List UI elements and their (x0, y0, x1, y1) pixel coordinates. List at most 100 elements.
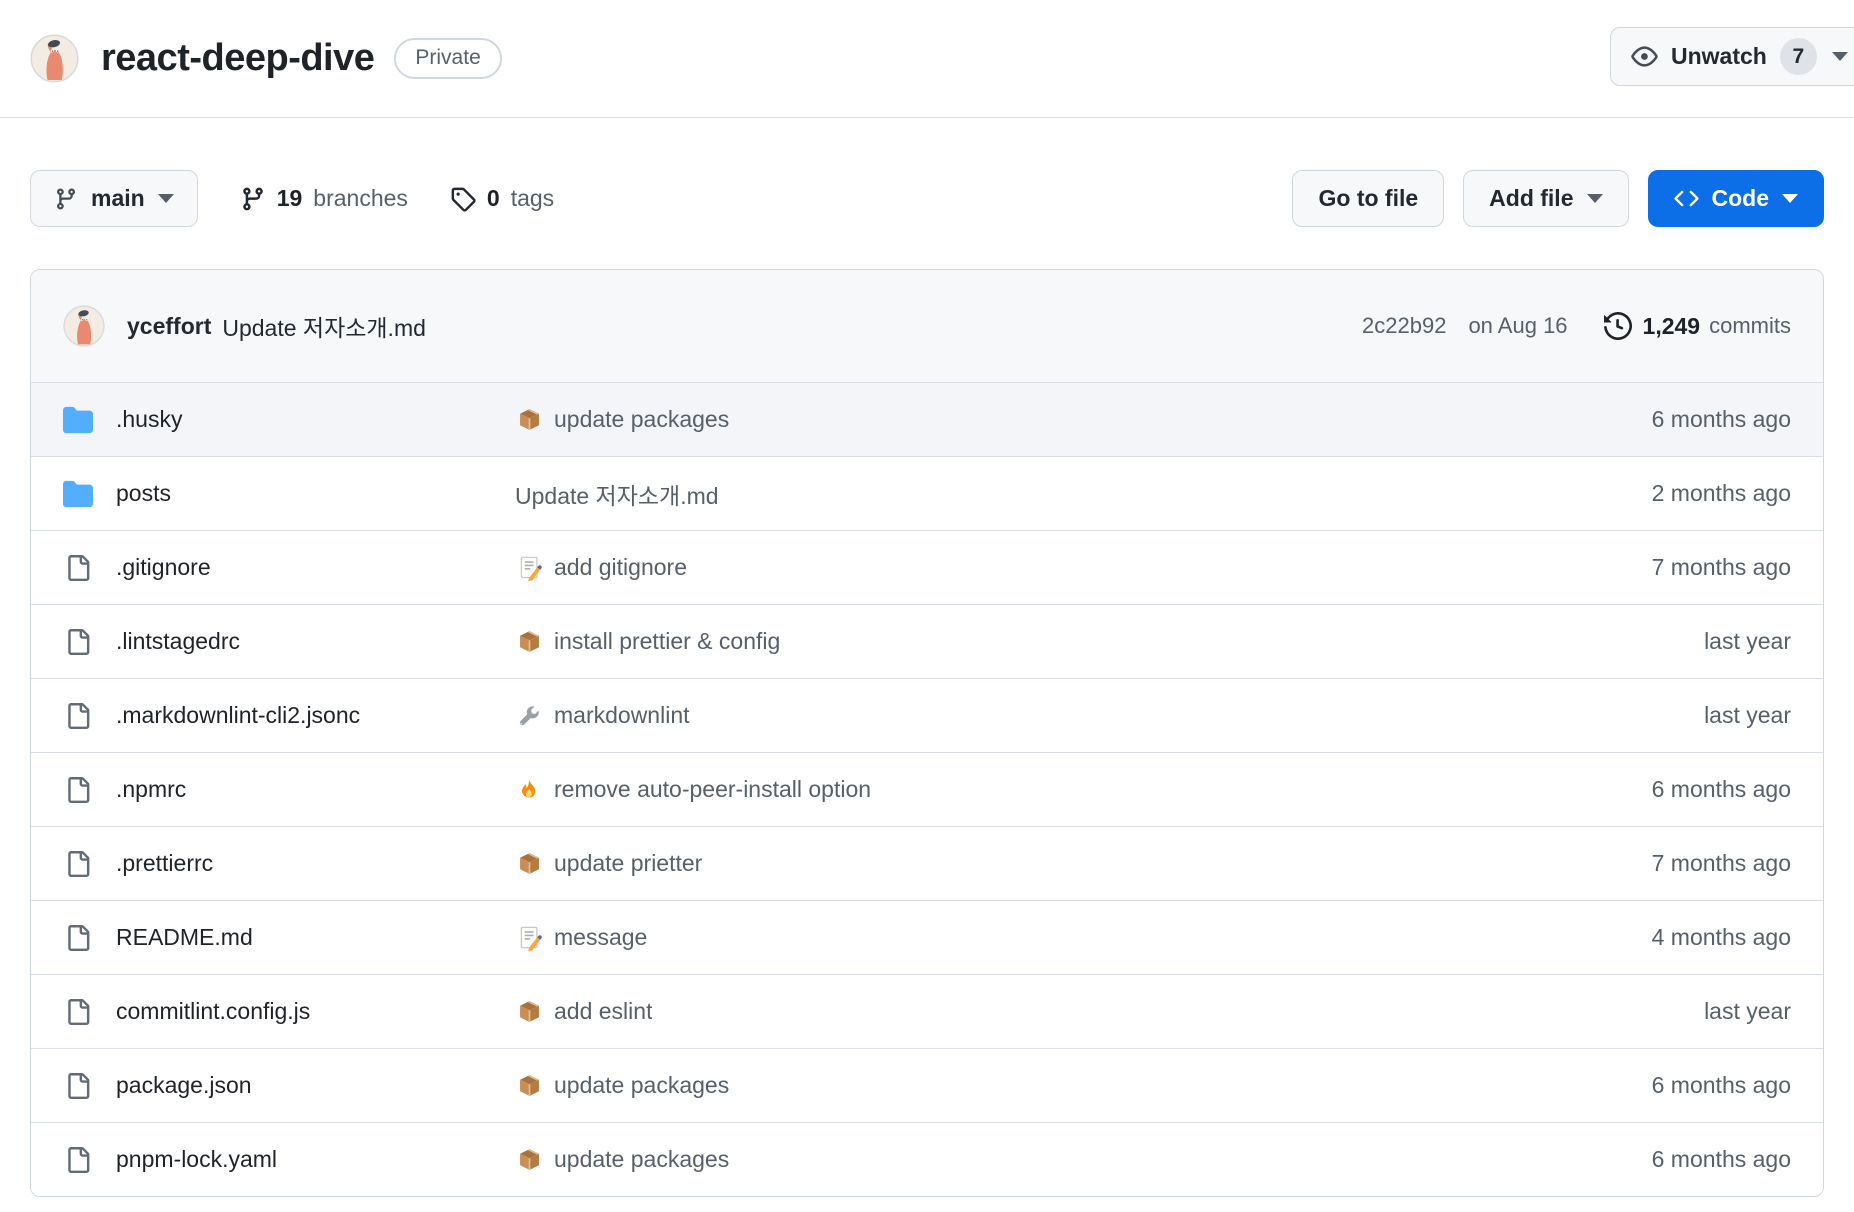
commit-message-cell: markdownlint (515, 702, 1546, 729)
commits-count[interactable]: 1,249 (1643, 313, 1701, 340)
eye-icon (1631, 43, 1658, 70)
file-name-cell: .npmrc (63, 776, 515, 803)
row-commit-date: last year (1546, 998, 1791, 1025)
chevron-down-icon (1782, 194, 1798, 203)
file-name-link[interactable]: posts (116, 480, 171, 507)
toolbar-right: Go to file Add file Code (1292, 170, 1824, 227)
row-commit-message-link[interactable]: remove auto-peer-install option (554, 776, 871, 803)
row-commit-date: 4 months ago (1546, 924, 1791, 951)
file-name-link[interactable]: pnpm-lock.yaml (116, 1146, 277, 1173)
row-commit-message-link[interactable]: update packages (554, 1146, 729, 1173)
row-commit-message-link[interactable]: install prettier & config (554, 628, 780, 655)
commit-message-cell: install prettier & config (515, 628, 1546, 655)
file-name-link[interactable]: package.json (116, 1072, 252, 1099)
row-commit-message-link[interactable]: add gitignore (554, 554, 687, 581)
row-commit-date: 2 months ago (1546, 480, 1791, 507)
repo-header: react-deep-dive Private Unwatch 7 (0, 0, 1854, 118)
chevron-down-icon (1832, 52, 1848, 61)
package-emoji-icon (515, 628, 543, 655)
file-name-link[interactable]: .gitignore (116, 554, 211, 581)
git-branch-icon (240, 186, 266, 212)
file-name-cell: commitlint.config.js (63, 998, 515, 1025)
file-name-link[interactable]: .husky (116, 406, 182, 433)
repo-owner-avatar[interactable] (30, 34, 79, 83)
file-name-cell: pnpm-lock.yaml (63, 1146, 515, 1173)
file-name-link[interactable]: .markdownlint-cli2.jsonc (116, 702, 360, 729)
file-browser-card: yceffort Update 저자소개.md 2c22b92 on Aug 1… (30, 269, 1824, 1197)
row-commit-message-link[interactable]: Update 저자소개.md (515, 477, 719, 511)
commit-message-cell: remove auto-peer-install option (515, 776, 1546, 803)
commit-message-cell: Update 저자소개.md (515, 477, 1546, 511)
row-commit-message-link[interactable]: update prietter (554, 850, 702, 877)
commit-date: on Aug 16 (1468, 313, 1567, 339)
package-emoji-icon (515, 406, 543, 433)
file-row: commitlint.config.js add eslint last yea… (31, 974, 1823, 1048)
row-commit-date: 6 months ago (1546, 1072, 1791, 1099)
unwatch-button[interactable]: Unwatch 7 (1610, 27, 1854, 86)
file-name-link[interactable]: .lintstagedrc (116, 628, 240, 655)
add-file-button[interactable]: Add file (1463, 170, 1628, 227)
folder-icon (63, 479, 93, 509)
commit-message-link[interactable]: Update 저자소개.md (222, 309, 426, 343)
tags-link[interactable]: 0 tags (450, 185, 554, 212)
commit-author-link[interactable]: yceffort (127, 313, 211, 340)
memo-emoji-icon (515, 554, 543, 581)
row-commit-message-link[interactable]: markdownlint (554, 702, 690, 729)
unwatch-label: Unwatch (1671, 43, 1767, 70)
file-icon (63, 777, 93, 803)
commit-meta: 2c22b92 on Aug 16 1,249 commits (1362, 312, 1791, 340)
tags-label: tags (511, 185, 554, 212)
package-emoji-icon (515, 1072, 543, 1099)
file-name-cell: .husky (63, 405, 515, 435)
file-name-link[interactable]: commitlint.config.js (116, 998, 310, 1025)
fire-emoji-icon (515, 777, 543, 803)
latest-commit-header: yceffort Update 저자소개.md 2c22b92 on Aug 1… (31, 270, 1823, 382)
tags-count: 0 (487, 185, 500, 212)
repo-visibility-badge: Private (394, 38, 501, 78)
file-row: package.json update packages 6 months ag… (31, 1048, 1823, 1122)
code-icon (1674, 186, 1699, 211)
toolbar-left: main 19 branches 0 tags (30, 170, 554, 227)
file-name-cell: package.json (63, 1072, 515, 1099)
row-commit-message-link[interactable]: update packages (554, 1072, 729, 1099)
commit-sha-link[interactable]: 2c22b92 (1362, 313, 1446, 339)
branches-label: branches (313, 185, 408, 212)
file-name-cell: .markdownlint-cli2.jsonc (63, 702, 515, 729)
repo-title[interactable]: react-deep-dive (101, 37, 374, 80)
file-row: README.md message 4 months ago (31, 900, 1823, 974)
package-emoji-icon (515, 998, 543, 1025)
wrench-emoji-icon (515, 703, 543, 729)
file-icon (63, 629, 93, 655)
file-table-body: .husky update packages 6 months ago post… (31, 382, 1823, 1196)
file-icon (63, 1073, 93, 1099)
file-name-cell: README.md (63, 924, 515, 951)
code-button[interactable]: Code (1648, 170, 1825, 227)
branches-link[interactable]: 19 branches (240, 185, 408, 212)
git-branch-icon (54, 187, 78, 211)
commits-label[interactable]: commits (1709, 313, 1791, 339)
row-commit-message-link[interactable]: add eslint (554, 998, 652, 1025)
row-commit-message-link[interactable]: update packages (554, 406, 729, 433)
file-icon (63, 703, 93, 729)
memo-emoji-icon (515, 924, 543, 951)
file-icon (63, 1147, 93, 1173)
go-to-file-button[interactable]: Go to file (1292, 170, 1444, 227)
folder-icon (63, 405, 93, 435)
row-commit-date: last year (1546, 628, 1791, 655)
file-row: posts Update 저자소개.md 2 months ago (31, 456, 1823, 530)
file-name-cell: posts (63, 479, 515, 509)
branch-selector-button[interactable]: main (30, 170, 198, 227)
row-commit-date: 6 months ago (1546, 406, 1791, 433)
file-name-link[interactable]: README.md (116, 924, 253, 951)
repo-toolbar: main 19 branches 0 tags Go to file Add f… (30, 170, 1824, 227)
package-emoji-icon (515, 1146, 543, 1173)
file-name-cell: .gitignore (63, 554, 515, 581)
file-name-link[interactable]: .npmrc (116, 776, 186, 803)
commit-author-avatar[interactable] (63, 305, 105, 347)
file-name-link[interactable]: .prettierrc (116, 850, 213, 877)
watchers-count-badge: 7 (1780, 38, 1817, 75)
file-icon (63, 555, 93, 581)
row-commit-message-link[interactable]: message (554, 924, 647, 951)
file-row: .husky update packages 6 months ago (31, 382, 1823, 456)
file-icon (63, 999, 93, 1025)
